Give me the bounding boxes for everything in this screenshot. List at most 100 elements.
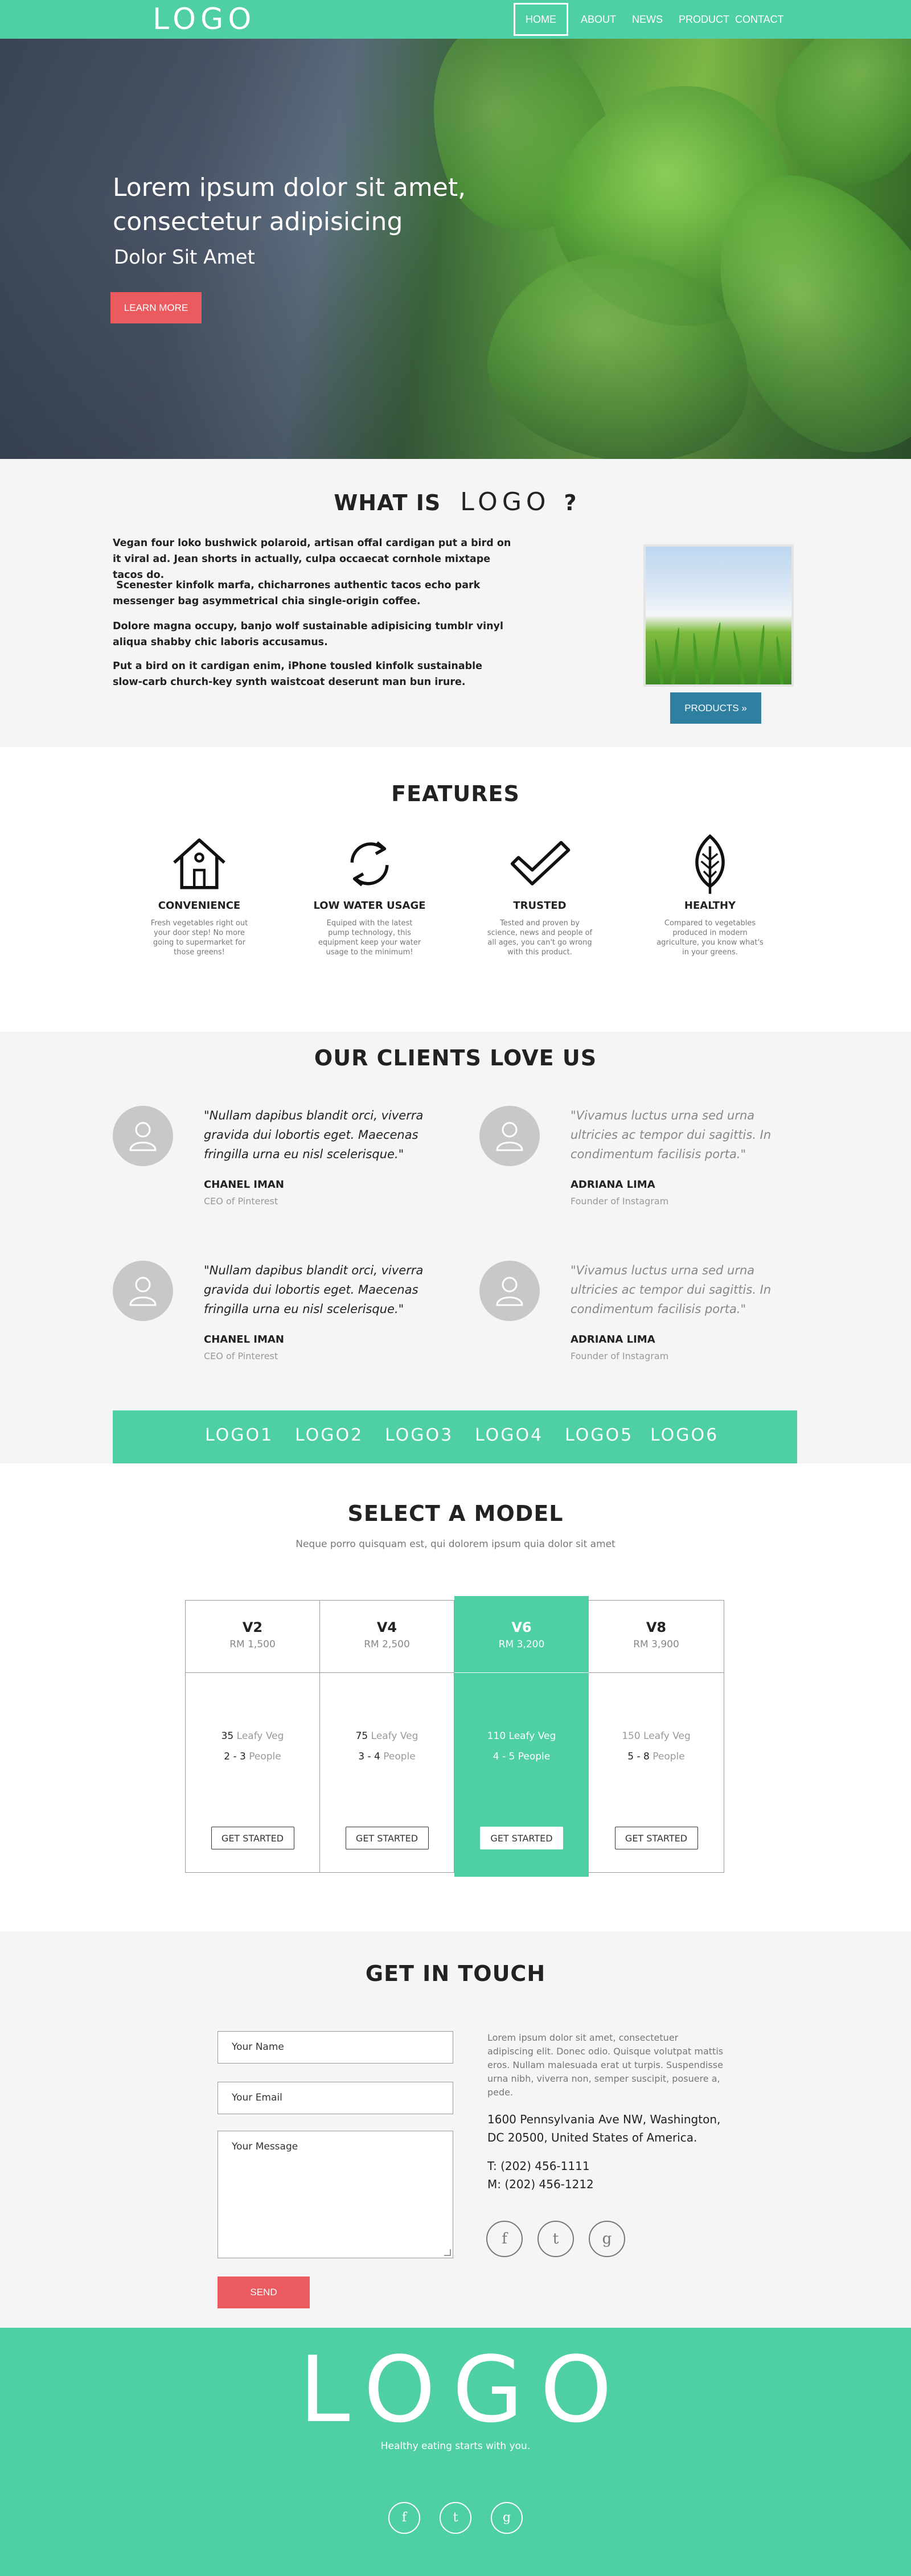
people-label: People — [249, 1751, 281, 1762]
nav-item-about[interactable]: ABOUT — [573, 3, 624, 35]
feature-item: TRUSTED Tested and proven by science, ne… — [477, 832, 602, 957]
testimonial-role: Founder of Instagram — [571, 1351, 669, 1361]
pricing-plan-v6: V6 RM 3,200 110 Leafy Veg 4 - 5 People G… — [454, 1596, 589, 1877]
partner-logo[interactable]: LOGO1 — [205, 1425, 273, 1445]
partner-logo[interactable]: LOGO4 — [475, 1425, 543, 1445]
plan-price: RM 3,900 — [633, 1639, 679, 1650]
partner-logo[interactable]: LOGO3 — [385, 1425, 453, 1445]
about-paragraph: Vegan four loko bushwick polaroid, artis… — [113, 538, 511, 581]
facebook-icon[interactable]: f — [388, 2502, 420, 2534]
plan-header: V6 RM 3,200 — [454, 1596, 589, 1673]
hero-title: Lorem ipsum dolor sit amet, consectetur … — [113, 171, 466, 239]
message-field[interactable]: Your Message — [218, 2131, 453, 2258]
google-plus-icon[interactable]: g — [589, 2221, 625, 2257]
hero-subtitle: Dolor Sit Amet — [114, 246, 255, 269]
pricing-heading: SELECT A MODEL — [347, 1501, 564, 1526]
contact-heading: GET IN TOUCH — [365, 1961, 546, 1986]
user-icon — [129, 1277, 157, 1306]
facebook-icon[interactable]: f — [486, 2221, 523, 2257]
products-button[interactable]: PRODUCTS » — [670, 692, 761, 724]
about-heading: WHAT IS LOGO? — [0, 487, 911, 516]
plan-name: V6 — [511, 1619, 532, 1635]
footer-logo: LOGO — [299, 2336, 629, 2443]
nav-item-product[interactable]: PRODUCT — [671, 3, 732, 35]
people-count: 3 - 4 — [358, 1751, 380, 1762]
people-count: 2 - 3 — [224, 1751, 246, 1762]
name-field[interactable]: Your Name — [218, 2031, 453, 2064]
about-paragraph: Dolore magna occupy, banjo wolf sustaina… — [113, 621, 503, 648]
sprout-decoration — [709, 622, 722, 684]
twitter-icon[interactable]: t — [537, 2221, 574, 2257]
people-count: 5 - 8 — [627, 1751, 650, 1762]
testimonial-role: CEO of Pinterest — [204, 1196, 278, 1207]
plan-name: V2 — [242, 1619, 263, 1635]
avatar — [113, 1106, 173, 1166]
contact-address: 1600 Pennsylvania Ave NW, Washington, DC… — [487, 2110, 727, 2147]
recycle-icon — [350, 841, 389, 887]
get-started-button[interactable]: GET STARTED — [345, 1827, 429, 1849]
sprout-decoration — [732, 630, 745, 684]
testimonial-name: CHANEL IMAN — [204, 1179, 284, 1191]
plan-name: V4 — [376, 1619, 397, 1635]
partner-logo[interactable]: LOGO5 — [565, 1425, 633, 1445]
testimonial-role: Founder of Instagram — [571, 1196, 669, 1207]
testimonial-quote: "Vivamus luctus urna sed urna ultricies … — [571, 1109, 772, 1161]
about-heading-prefix: WHAT IS — [334, 490, 441, 515]
people-label: People — [653, 1751, 685, 1762]
partner-logo-strip: LOGO1 LOGO2 LOGO3 LOGO4 LOGO5 LOGO6 — [113, 1410, 797, 1463]
testimonial-card: "Nullam dapibus blandit orci, viverra gr… — [113, 1106, 432, 1231]
product-photo — [643, 544, 794, 687]
people-count: 4 - 5 — [493, 1751, 515, 1762]
veg-count: 75 — [355, 1730, 368, 1742]
testimonial-card: "Vivamus luctus urna sed urna ultricies … — [479, 1261, 798, 1386]
get-started-button[interactable]: GET STARTED — [480, 1827, 563, 1849]
nav-logo[interactable]: LOGO — [153, 2, 256, 36]
nav-item-home[interactable]: HOME — [514, 3, 568, 36]
testimonial-name: CHANEL IMAN — [204, 1334, 284, 1346]
twitter-icon[interactable]: t — [440, 2502, 471, 2534]
pricing-table: V2 RM 1,500 35 Leafy Veg 2 - 3 People GE… — [185, 1596, 724, 1877]
feature-description: Compared to vegetables produced in moder… — [656, 919, 764, 957]
learn-more-button[interactable]: LEARN MORE — [110, 292, 202, 323]
feature-description: Fresh vegetables right out your door ste… — [150, 919, 248, 957]
email-field[interactable]: Your Email — [218, 2082, 453, 2114]
user-icon — [129, 1122, 157, 1151]
footer-tagline: Healthy eating starts with you. — [380, 2440, 531, 2452]
partner-logo[interactable]: LOGO2 — [295, 1425, 363, 1445]
get-started-button[interactable]: GET STARTED — [211, 1827, 294, 1849]
plan-veg-capacity: 110 Leafy Veg — [454, 1730, 589, 1742]
partner-logo[interactable]: LOGO6 — [650, 1425, 719, 1445]
nav-item-news[interactable]: NEWS — [624, 3, 671, 35]
user-icon — [496, 1122, 523, 1151]
feature-item: CONVENIENCE Fresh vegetables right out y… — [137, 832, 262, 957]
get-started-button[interactable]: GET STARTED — [614, 1827, 698, 1849]
plan-people: 3 - 4 People — [320, 1751, 454, 1762]
sprout-decoration — [775, 635, 784, 684]
features-heading: FEATURES — [391, 781, 520, 806]
nav-menu: HOME ABOUT NEWS PRODUCT CONTACT — [514, 3, 792, 36]
plan-price: RM 3,200 — [498, 1639, 545, 1650]
phone-m: M: (202) 456-1212 — [487, 2177, 594, 2191]
plan-header: V4 RM 2,500 — [320, 1601, 454, 1673]
plan-people: 5 - 8 People — [589, 1751, 724, 1762]
google-plus-icon[interactable]: g — [491, 2502, 523, 2534]
checkmark-icon — [510, 840, 571, 885]
send-button[interactable]: SEND — [218, 2276, 310, 2308]
plan-veg-capacity: 150 Leafy Veg — [589, 1730, 724, 1742]
feature-description: Tested and proven by science, news and p… — [487, 919, 593, 957]
hero-title-line-2: consectetur adipisicing — [113, 207, 403, 236]
plan-people: 2 - 3 People — [186, 1751, 319, 1762]
avatar — [113, 1261, 173, 1321]
contact-phones: T: (202) 456-1111 M: (202) 456-1212 — [487, 2157, 727, 2193]
plan-header: V8 RM 3,900 — [589, 1601, 724, 1673]
nav-item-contact[interactable]: CONTACT — [732, 3, 792, 35]
sprout-decoration — [692, 633, 700, 684]
about-paragraph: Scenester kinfolk marfa, chicharrones au… — [113, 580, 484, 607]
pricing-plan-v2: V2 RM 1,500 35 Leafy Veg 2 - 3 People GE… — [186, 1601, 320, 1872]
testimonials-section: OUR CLIENTS LOVE US "Nullam dapibus blan… — [0, 1032, 911, 1463]
veg-label: Leafy Veg — [236, 1730, 284, 1742]
sprout-decoration — [671, 627, 681, 684]
user-icon — [496, 1277, 523, 1306]
about-heading-logo: LOGO — [460, 487, 551, 516]
feature-description: Equiped with the latest pump technology,… — [318, 919, 421, 957]
